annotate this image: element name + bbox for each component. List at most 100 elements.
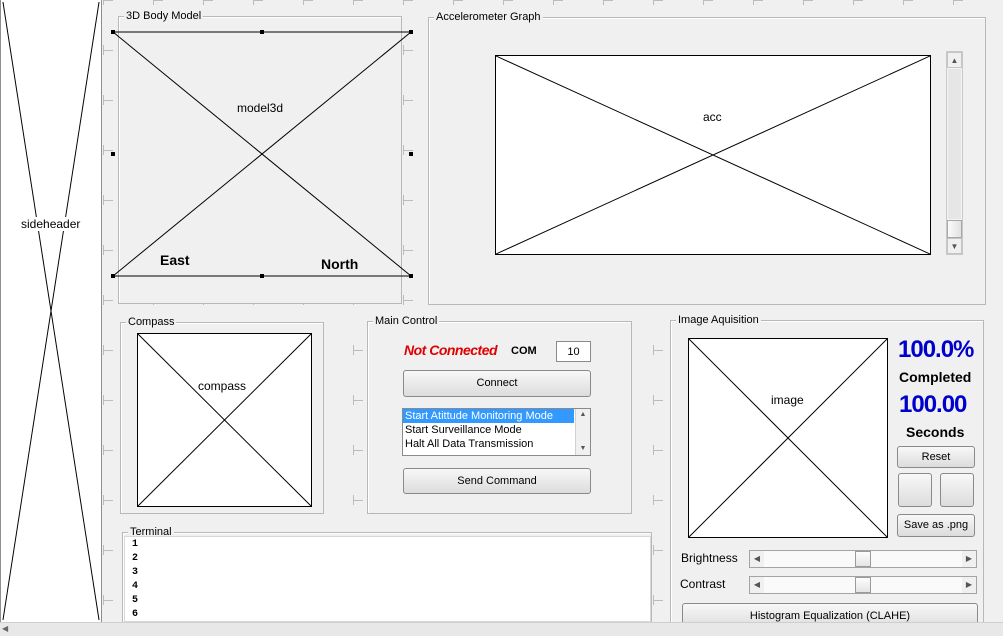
send-command-button[interactable]: Send Command — [403, 468, 591, 494]
scroll-down-arrow-icon[interactable]: ▼ — [576, 443, 590, 455]
grid-tick — [553, 0, 554, 5]
scroll-down-arrow-icon[interactable]: ▼ — [947, 238, 962, 254]
grid-tick — [103, 600, 113, 601]
grid-tick — [603, 0, 604, 5]
terminal-line: 5 — [132, 595, 139, 606]
terminal-line: 6 — [132, 609, 139, 620]
slider-right-arrow-icon[interactable]: ▶ — [962, 551, 976, 567]
grid-tick — [653, 350, 663, 351]
compass-panel-title: Compass — [126, 315, 177, 329]
image-action-button[interactable] — [940, 473, 974, 507]
slider-left-arrow-icon[interactable]: ◀ — [750, 551, 764, 567]
reset-button[interactable]: Reset — [897, 446, 975, 468]
grid-tick — [103, 550, 113, 551]
resize-handle[interactable] — [111, 274, 115, 278]
grid-tick — [803, 0, 804, 5]
scrollbar-thumb[interactable] — [947, 220, 962, 238]
elapsed-seconds: 100.00 — [899, 391, 967, 418]
grid-tick — [953, 0, 954, 5]
grid-tick — [403, 300, 413, 301]
resize-handle[interactable] — [111, 152, 115, 156]
grid-tick — [353, 0, 363, 1]
grid-tick — [353, 450, 363, 451]
mode-listbox[interactable]: Start Atittude Monitoring Mode Start Sur… — [402, 408, 591, 456]
model3d-canvas[interactable]: model3d East North — [111, 30, 413, 278]
slider-right-arrow-icon[interactable]: ▶ — [962, 577, 976, 593]
east-label: East — [160, 252, 190, 268]
grid-tick — [103, 300, 113, 301]
compass-canvas: compass — [137, 333, 312, 507]
mode-option[interactable]: Start Surveillance Mode — [403, 423, 574, 437]
grid-tick — [103, 500, 113, 501]
progress-percent: 100.0% — [898, 336, 974, 363]
resize-handle[interactable] — [409, 274, 413, 278]
terminal-output[interactable]: 1 2 3 4 5 6 — [124, 536, 651, 622]
resize-handle[interactable] — [260, 30, 264, 34]
connection-status: Not Connected — [404, 342, 498, 358]
scroll-up-arrow-icon[interactable]: ▲ — [576, 409, 590, 421]
grid-tick — [103, 245, 104, 255]
sideheader-label: sideheader — [21, 217, 81, 231]
placeholder-cross — [2, 1, 100, 621]
resize-handle[interactable] — [409, 30, 413, 34]
brightness-label: Brightness — [681, 551, 738, 565]
contrast-slider[interactable]: ◀ ▶ — [749, 576, 977, 594]
placeholder-cross — [112, 31, 412, 277]
resize-handle[interactable] — [260, 274, 264, 278]
grid-tick — [103, 395, 104, 405]
grid-tick — [403, 0, 404, 5]
image-canvas: image — [688, 338, 888, 538]
connect-button[interactable]: Connect — [403, 370, 591, 397]
terminal-line: 4 — [132, 581, 139, 592]
grid-tick — [653, 0, 654, 5]
grid-tick — [353, 395, 354, 405]
compass-label: compass — [198, 379, 247, 393]
grid-tick — [103, 450, 113, 451]
placeholder-cross — [496, 56, 930, 254]
grid-tick — [903, 0, 904, 5]
mode-option[interactable]: Halt All Data Transmission — [403, 437, 574, 451]
grid-tick — [103, 295, 104, 305]
grid-tick — [603, 0, 613, 1]
grid-tick — [103, 0, 104, 5]
model3d-panel-title: 3D Body Model — [124, 9, 204, 23]
grid-tick — [803, 0, 813, 1]
grid-tick — [103, 195, 104, 205]
listbox-scrollbar[interactable]: ▲ ▼ — [575, 409, 590, 455]
contrast-label: Contrast — [680, 577, 726, 591]
scroll-up-arrow-icon[interactable]: ▲ — [947, 52, 962, 68]
grid-tick — [103, 400, 113, 401]
resize-handle[interactable] — [111, 30, 115, 34]
mode-option[interactable]: Start Atittude Monitoring Mode — [403, 409, 574, 423]
scroll-left-arrow-icon[interactable]: ◀ — [2, 624, 8, 633]
acc-vertical-scrollbar[interactable]: ▲ ▼ — [946, 51, 963, 255]
grid-tick — [103, 45, 104, 55]
acc-canvas: acc — [495, 55, 931, 255]
resize-handle[interactable] — [409, 152, 413, 156]
grid-tick — [653, 600, 663, 601]
grid-tick — [103, 545, 104, 555]
grid-tick — [953, 0, 963, 1]
grid-tick — [503, 0, 504, 5]
terminal-line: 3 — [132, 567, 139, 578]
grid-tick — [703, 0, 704, 5]
grid-tick — [503, 0, 513, 1]
brightness-slider[interactable]: ◀ ▶ — [749, 550, 977, 568]
accelerometer-panel-title: Accelerometer Graph — [434, 10, 543, 24]
slider-left-arrow-icon[interactable]: ◀ — [750, 577, 764, 593]
grid-tick — [653, 495, 654, 505]
seconds-label: Seconds — [906, 424, 965, 440]
grid-tick — [653, 550, 663, 551]
grid-tick — [403, 0, 413, 1]
save-png-button[interactable]: Save as .png — [897, 514, 975, 537]
window-horizontal-scrollbar[interactable]: ◀ — [0, 622, 1003, 636]
grid-tick — [353, 400, 363, 401]
com-port-input[interactable] — [556, 341, 591, 362]
image-action-button[interactable] — [898, 473, 932, 507]
slider-thumb[interactable] — [855, 551, 871, 567]
grid-tick — [703, 0, 713, 1]
grid-tick — [553, 0, 563, 1]
grid-tick — [453, 0, 463, 1]
slider-thumb[interactable] — [855, 577, 871, 593]
scrollbar-track[interactable] — [948, 69, 961, 219]
